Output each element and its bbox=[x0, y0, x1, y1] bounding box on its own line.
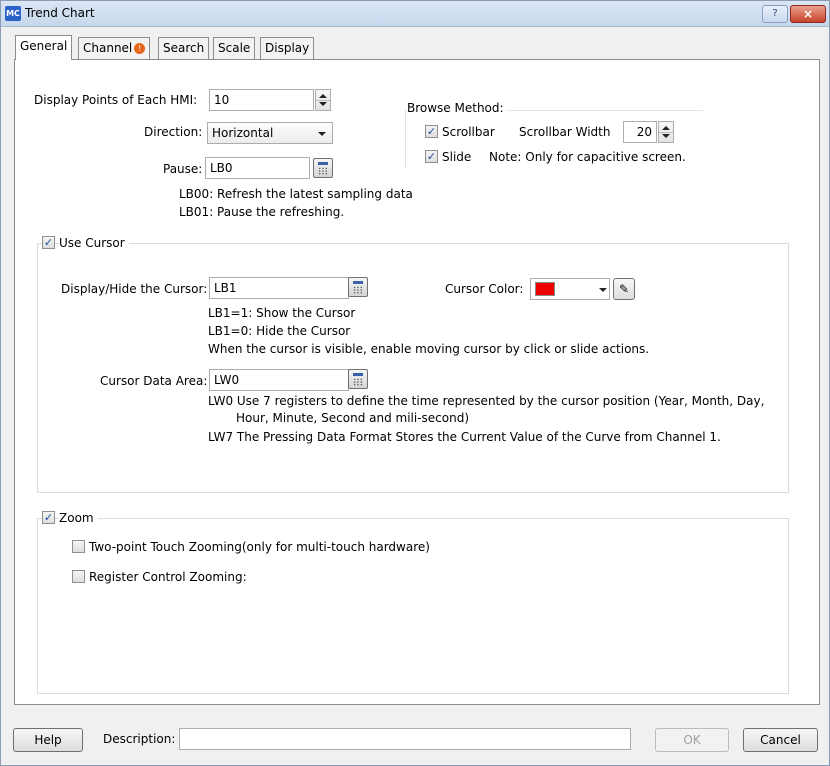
display-hide-cursor-label: Display/Hide the Cursor: bbox=[61, 282, 208, 296]
spin-up-icon[interactable] bbox=[319, 94, 327, 98]
warning-icon: ! bbox=[134, 43, 146, 54]
browse-method-title: Browse Method: bbox=[407, 101, 507, 115]
pause-note-2: LB01: Pause the refreshing. bbox=[179, 205, 345, 219]
scrollbar-width-spinner[interactable] bbox=[658, 121, 674, 143]
cursor-data-note-3: LW7 The Pressing Data Format Stores the … bbox=[208, 430, 721, 444]
calculator-icon[interactable] bbox=[313, 158, 333, 178]
scrollbar-width-input[interactable]: 20 bbox=[623, 121, 657, 143]
use-cursor-label: Use Cursor bbox=[59, 236, 129, 250]
cursor-note-visible: When the cursor is visible, enable movin… bbox=[208, 342, 650, 356]
direction-label: Direction: bbox=[144, 125, 203, 139]
calculator-icon[interactable] bbox=[348, 277, 368, 297]
scrollbar-label: Scrollbar bbox=[442, 125, 495, 139]
pause-note-1: LB00: Refresh the latest sampling data bbox=[179, 187, 413, 201]
zoom-checkbox[interactable]: ✓ bbox=[42, 511, 55, 524]
pause-address-input[interactable]: LB0 bbox=[205, 157, 310, 179]
general-tab-page: Display Points of Each HMI: 10 Direction… bbox=[14, 59, 820, 705]
spin-down-icon[interactable] bbox=[319, 102, 327, 106]
slide-checkbox[interactable]: ✓ bbox=[425, 150, 438, 163]
tab-search[interactable]: Search bbox=[158, 37, 210, 59]
spin-down-icon[interactable] bbox=[662, 134, 670, 138]
direction-value: Horizontal bbox=[212, 126, 274, 140]
description-label: Description: bbox=[103, 732, 176, 746]
window-title: Trend Chart bbox=[25, 6, 95, 20]
spin-up-icon[interactable] bbox=[662, 126, 670, 130]
cursor-note-show: LB1=1: Show the Cursor bbox=[208, 306, 356, 320]
app-icon: MC bbox=[5, 6, 21, 21]
cursor-color-label: Cursor Color: bbox=[445, 282, 524, 296]
chevron-down-icon bbox=[599, 288, 607, 292]
cancel-button[interactable]: Cancel bbox=[743, 728, 818, 752]
display-points-spinner[interactable] bbox=[315, 89, 331, 111]
description-input[interactable] bbox=[179, 728, 631, 750]
use-cursor-group bbox=[37, 243, 789, 493]
help-button[interactable]: Help bbox=[13, 728, 83, 752]
cursor-data-area-label: Cursor Data Area: bbox=[100, 374, 208, 388]
use-cursor-checkbox[interactable]: ✓ bbox=[42, 236, 55, 249]
close-icon[interactable]: × bbox=[790, 5, 826, 23]
cursor-data-note-2: Hour, Minute, Second and mili-second) bbox=[236, 411, 470, 425]
tab-display[interactable]: Display bbox=[260, 37, 315, 59]
pause-label: Pause: bbox=[163, 162, 203, 176]
calculator-icon[interactable] bbox=[348, 369, 368, 389]
tab-label: Channel bbox=[83, 41, 133, 55]
scrollbar-width-label: Scrollbar Width bbox=[519, 125, 611, 139]
register-zoom-label: Register Control Zooming: bbox=[89, 570, 247, 584]
cursor-note-hide: LB1=0: Hide the Cursor bbox=[208, 324, 351, 338]
scrollbar-checkbox[interactable]: ✓ bbox=[425, 125, 438, 138]
ok-button[interactable]: OK bbox=[655, 728, 729, 752]
tab-label: Scale bbox=[218, 41, 251, 55]
tab-label: Search bbox=[163, 41, 205, 55]
help-icon[interactable]: ? bbox=[762, 5, 788, 23]
tab-scale[interactable]: Scale bbox=[213, 37, 256, 59]
display-hide-cursor-input[interactable]: LB1 bbox=[209, 277, 349, 299]
two-point-zoom-checkbox[interactable] bbox=[72, 540, 85, 553]
trend-chart-dialog: MC Trend Chart ? × General Channel! Sear… bbox=[0, 0, 830, 766]
chevron-down-icon bbox=[318, 132, 326, 136]
two-point-zoom-label: Two-point Touch Zooming(only for multi-t… bbox=[89, 540, 430, 554]
display-points-input[interactable]: 10 bbox=[209, 89, 314, 111]
zoom-label: Zoom bbox=[59, 511, 98, 525]
tab-channel[interactable]: Channel! bbox=[78, 37, 151, 59]
title-bar: MC Trend Chart ? × bbox=[1, 1, 829, 27]
tab-label: General bbox=[20, 39, 68, 53]
register-zoom-checkbox[interactable] bbox=[72, 570, 85, 583]
slide-label: Slide bbox=[442, 150, 472, 164]
eyedropper-icon[interactable]: ✎ bbox=[613, 278, 635, 300]
slide-note: Note: Only for capacitive screen. bbox=[489, 150, 686, 164]
cursor-color-select[interactable] bbox=[530, 278, 610, 300]
cursor-data-area-input[interactable]: LW0 bbox=[209, 369, 349, 391]
tab-general[interactable]: General bbox=[15, 35, 73, 60]
display-points-label: Display Points of Each HMI: bbox=[34, 93, 198, 107]
cursor-data-note-1: LW0 Use 7 registers to define the time r… bbox=[208, 394, 765, 408]
direction-select[interactable]: Horizontal bbox=[207, 122, 333, 144]
tab-label: Display bbox=[265, 41, 310, 55]
cursor-color-swatch bbox=[535, 282, 555, 296]
